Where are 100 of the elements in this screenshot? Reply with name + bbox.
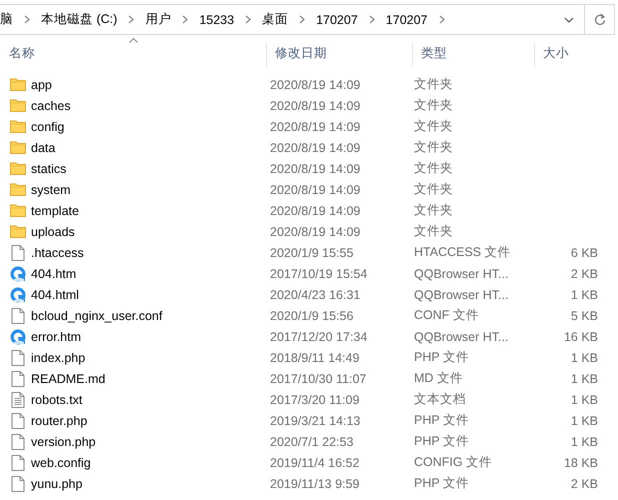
file-icon [10,244,26,260]
chevron-icon [438,15,445,24]
file-size: 1 KB [570,372,598,386]
modified-date: 2017/10/19 15:54 [270,266,368,280]
browser-file-icon [10,286,26,302]
breadcrumb-item[interactable]: 170207 [316,12,358,26]
chevron-icon [299,15,306,24]
file-size: 18 KB [564,456,598,470]
modified-date: 2020/8/19 14:09 [270,224,360,238]
breadcrumb-item[interactable]: 15233 [199,12,234,26]
column-header[interactable]: 名称 [0,35,266,67]
modified-date: 2020/8/19 14:09 [270,140,360,154]
folder-icon [10,204,26,217]
file-icon [10,476,26,492]
file-type: PHP 文件 [414,349,469,366]
modified-date: 2019/3/21 14:13 [270,414,360,428]
folder-icon [10,162,26,175]
file-size: 1 KB [570,434,598,448]
modified-date: 2020/4/23 16:31 [270,288,360,302]
modified-date: 2017/3/20 11:09 [270,392,360,406]
file-size: 16 KB [564,330,598,344]
file-type: 文件夹 [414,139,453,156]
modified-date: 2019/11/13 9:59 [270,476,360,490]
file-size: 1 KB [570,392,598,406]
file-size: 2 KB [570,266,598,280]
file-type: QQBrowser HT... [414,266,508,280]
modified-date: 2017/10/30 11:07 [270,372,366,386]
file-name[interactable]: web.config [31,456,91,470]
chevron-icon [245,15,252,24]
folder-icon [10,99,26,112]
folder-icon [10,183,26,196]
file-type: CONFIG 文件 [414,454,492,471]
breadcrumb-item[interactable]: 170207 [386,12,428,26]
file-size: 1 KB [570,350,598,364]
folder-icon [10,120,26,133]
file-name[interactable]: config [31,120,64,134]
file-type: MD 文件 [414,370,463,387]
modified-date: 2020/8/19 14:09 [270,204,360,218]
file-name[interactable]: app [31,78,52,92]
breadcrumb-item[interactable]: 本地磁盘 (C:) [41,11,118,28]
modified-date: 2020/1/9 15:56 [270,308,354,322]
breadcrumb-item[interactable]: 用户 [145,11,172,28]
file-name[interactable]: index.php [31,350,86,364]
file-size: 1 KB [570,414,598,428]
file-type: PHP 文件 [414,475,469,492]
file-name[interactable]: version.php [31,434,96,448]
dropdown-icon[interactable] [564,16,574,22]
file-name[interactable]: README.md [31,372,106,386]
file-name[interactable]: statics [31,162,66,176]
refresh-icon [594,13,606,26]
modified-date: 2019/11/4 16:52 [270,456,360,470]
file-name[interactable]: caches [31,98,71,112]
file-name[interactable]: bcloud_nginx_user.conf [31,308,162,322]
file-name[interactable]: .htaccess [31,246,84,260]
file-size: 1 KB [570,288,598,302]
file-type: QQBrowser HT... [414,330,508,344]
file-name[interactable]: system [31,182,71,196]
file-icon [10,434,26,450]
file-name[interactable]: data [31,140,56,154]
file-type: 文件夹 [414,76,453,93]
modified-date: 2020/7/1 22:53 [270,434,354,448]
chevron-icon [368,15,375,24]
file-name[interactable]: yunu.php [31,476,82,490]
file-type: 文件夹 [414,202,453,219]
file-icon [10,412,26,428]
file-type: 文件夹 [414,118,453,135]
file-type: 文件夹 [414,181,453,198]
modified-date: 2020/8/19 14:09 [270,78,360,92]
folder-icon [10,225,26,238]
file-name[interactable]: 404.html [31,288,79,302]
file-icon [10,308,26,324]
file-name[interactable]: template [31,204,79,218]
file-icon [10,454,26,470]
file-name[interactable]: uploads [31,224,75,238]
file-type: 文本文档 [414,391,466,408]
file-type: HTACCESS 文件 [414,244,511,261]
chevron-icon [24,15,30,24]
breadcrumb-item[interactable]: 脑 [0,11,13,28]
modified-date: 2020/8/19 14:09 [270,98,360,112]
file-type: CONF 文件 [414,307,479,324]
modified-date: 2017/12/20 17:34 [270,330,368,344]
modified-date: 2020/8/19 14:09 [270,120,360,134]
file-type: 文件夹 [414,223,453,240]
file-name[interactable]: router.php [31,414,88,428]
file-size: 5 KB [570,308,598,322]
folder-icon [10,78,26,91]
text-file-icon [10,392,26,408]
file-type: 文件夹 [414,97,453,114]
file-type: PHP 文件 [414,433,469,450]
file-name[interactable]: robots.txt [31,392,82,406]
modified-date: 2018/9/11 14:49 [270,350,360,364]
file-name[interactable]: error.htm [31,330,82,344]
file-size: 6 KB [570,246,598,260]
file-size: 2 KB [570,476,598,490]
modified-date: 2020/8/19 14:09 [270,162,360,176]
file-icon [10,350,26,366]
browser-file-icon [10,328,26,344]
file-icon [10,370,26,386]
breadcrumb-item[interactable]: 桌面 [262,11,288,28]
file-name[interactable]: 404.htm [31,266,76,280]
